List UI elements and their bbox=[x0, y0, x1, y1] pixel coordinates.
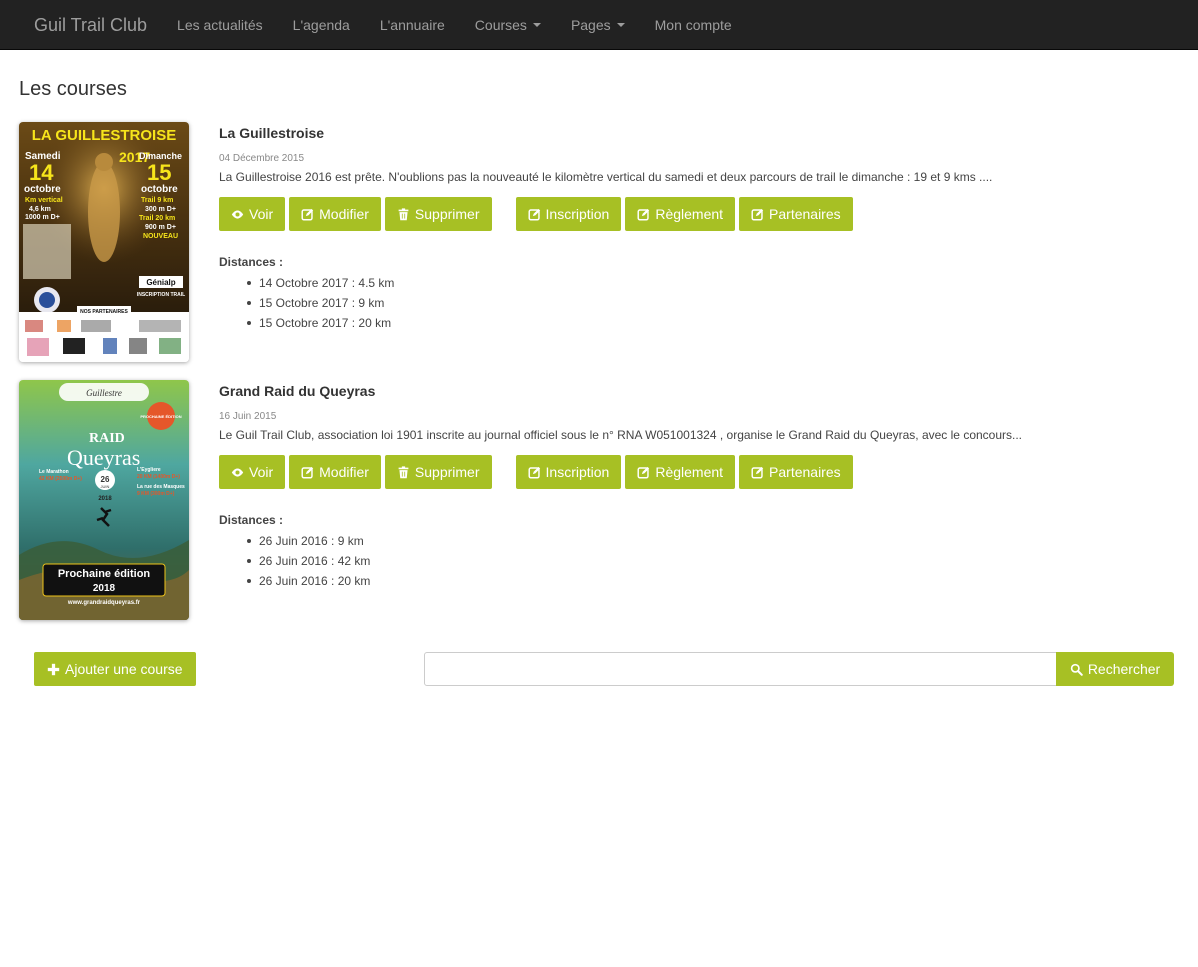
distances-list: 14 Octobre 2017 : 4.5 km 15 Octobre 2017… bbox=[247, 273, 1179, 333]
nav-item-courses[interactable]: Courses bbox=[460, 0, 556, 50]
inscription-button[interactable]: Inscription bbox=[515, 197, 622, 231]
inscription-button[interactable]: Inscription bbox=[515, 455, 622, 489]
distances-list: 26 Juin 2016 : 9 km 26 Juin 2016 : 42 km… bbox=[247, 531, 1179, 591]
distances-heading: Distances : bbox=[219, 513, 284, 527]
race-actions: Voir Modifier Supprimer Inscription Règl… bbox=[219, 197, 1179, 231]
list-item: 15 Octobre 2017 : 20 km bbox=[247, 313, 1179, 333]
list-item: 14 Octobre 2017 : 4.5 km bbox=[247, 273, 1179, 293]
svg-text:Guillestre: Guillestre bbox=[86, 388, 122, 398]
svg-text:42 KM (2500m D+): 42 KM (2500m D+) bbox=[39, 476, 82, 482]
svg-text:INSCRIPTION TRAIL: INSCRIPTION TRAIL bbox=[137, 292, 185, 298]
svg-text:4,6 km: 4,6 km bbox=[29, 206, 51, 213]
reglement-button[interactable]: Règlement bbox=[625, 197, 736, 231]
search-icon bbox=[1070, 663, 1083, 676]
race-title[interactable]: La Guillestroise bbox=[219, 125, 1179, 141]
svg-text:9 KM (300m D+): 9 KM (300m D+) bbox=[137, 491, 175, 497]
edit-icon bbox=[528, 466, 540, 479]
race-poster-image[interactable]: Guillestre PROCHAINE ÉDITION RAID Queyra… bbox=[19, 380, 189, 620]
delete-button[interactable]: Supprimer bbox=[384, 455, 492, 489]
search-button[interactable]: Rechercher bbox=[1056, 652, 1174, 686]
nav-item-pages[interactable]: Pages bbox=[556, 0, 640, 50]
svg-text:JUIN: JUIN bbox=[101, 484, 110, 489]
race-body: Grand Raid du Queyras 16 Juin 2015 Le Gu… bbox=[219, 380, 1179, 591]
navbar: Guil Trail Club Les actualités L'agenda … bbox=[0, 0, 1198, 50]
svg-text:Génialp: Génialp bbox=[146, 278, 175, 287]
trash-icon bbox=[398, 465, 409, 478]
svg-text:octobre: octobre bbox=[24, 184, 61, 195]
delete-button[interactable]: Supprimer bbox=[384, 197, 492, 231]
page-title: Les courses bbox=[19, 78, 127, 100]
svg-text:Trail 9 km: Trail 9 km bbox=[141, 197, 173, 204]
svg-text:PROCHAINE ÉDITION: PROCHAINE ÉDITION bbox=[140, 414, 181, 419]
list-item: 26 Juin 2016 : 20 km bbox=[247, 571, 1179, 591]
view-button[interactable]: Voir bbox=[219, 197, 286, 231]
add-race-button[interactable]: Ajouter une course bbox=[34, 652, 196, 686]
svg-text:300 m D+: 300 m D+ bbox=[145, 206, 176, 213]
edit-button[interactable]: Modifier bbox=[289, 455, 381, 489]
edit-icon bbox=[301, 208, 314, 221]
edit-icon bbox=[751, 466, 764, 479]
caret-down-icon bbox=[532, 23, 541, 27]
svg-text:NOUVEAU: NOUVEAU bbox=[143, 233, 178, 240]
list-item: 15 Octobre 2017 : 9 km bbox=[247, 293, 1179, 313]
plus-icon bbox=[47, 663, 60, 675]
distances-heading: Distances : bbox=[219, 255, 284, 269]
race-title[interactable]: Grand Raid du Queyras bbox=[219, 383, 1179, 399]
edit-button[interactable]: Modifier bbox=[289, 197, 381, 231]
partenaires-button[interactable]: Partenaires bbox=[739, 455, 853, 489]
edit-icon bbox=[637, 208, 650, 221]
race-poster-image[interactable]: LA GUILLESTROISE 2017 Samedi 14 octobre … bbox=[19, 122, 189, 362]
svg-text:RAID: RAID bbox=[89, 431, 125, 446]
eye-icon bbox=[231, 467, 244, 477]
edit-icon bbox=[301, 466, 314, 479]
eye-icon bbox=[231, 209, 244, 219]
edit-icon bbox=[528, 208, 540, 221]
svg-text:2018: 2018 bbox=[98, 496, 112, 502]
svg-text:1000 m D+: 1000 m D+ bbox=[25, 214, 60, 221]
svg-text:14: 14 bbox=[29, 160, 54, 185]
svg-text:Le Marathon: Le Marathon bbox=[39, 469, 69, 475]
svg-text:Km vertical: Km vertical bbox=[25, 197, 63, 204]
search-input[interactable] bbox=[424, 652, 1057, 686]
edit-icon bbox=[637, 466, 650, 479]
caret-down-icon bbox=[616, 23, 625, 27]
partenaires-button[interactable]: Partenaires bbox=[739, 197, 853, 231]
race-date: 04 Décembre 2015 bbox=[219, 153, 305, 164]
trash-icon bbox=[398, 207, 409, 220]
list-item: 26 Juin 2016 : 42 km bbox=[247, 551, 1179, 571]
nav-item-actualites[interactable]: Les actualités bbox=[162, 0, 278, 50]
svg-text:La rue des Masques: La rue des Masques bbox=[137, 484, 185, 490]
svg-text:Queyras: Queyras bbox=[67, 445, 140, 470]
nav-item-agenda[interactable]: L'agenda bbox=[278, 0, 365, 50]
svg-text:900 m D+: 900 m D+ bbox=[145, 224, 176, 231]
svg-text:Prochaine édition: Prochaine édition bbox=[58, 568, 151, 580]
race-body: La Guillestroise 04 Décembre 2015 La Gui… bbox=[219, 122, 1179, 333]
brand-link[interactable]: Guil Trail Club bbox=[0, 0, 162, 50]
nav-item-annuaire[interactable]: L'annuaire bbox=[365, 0, 460, 50]
race-description: Le Guil Trail Club, association loi 1901… bbox=[219, 428, 1023, 442]
svg-text:2018: 2018 bbox=[93, 583, 116, 594]
svg-text:20 KM (1400m D+): 20 KM (1400m D+) bbox=[137, 474, 180, 480]
svg-text:LA GUILLESTROISE: LA GUILLESTROISE bbox=[32, 127, 176, 144]
race-date: 16 Juin 2015 bbox=[219, 411, 277, 422]
svg-text:L'Eygliere: L'Eygliere bbox=[137, 467, 161, 473]
race-actions: Voir Modifier Supprimer Inscription Règl… bbox=[219, 455, 1179, 489]
poster-grand-raid-queyras: Guillestre PROCHAINE ÉDITION RAID Queyra… bbox=[19, 380, 189, 620]
svg-text:26: 26 bbox=[101, 475, 110, 484]
svg-text:www.grandraidqueyras.fr: www.grandraidqueyras.fr bbox=[67, 600, 141, 606]
view-button[interactable]: Voir bbox=[219, 455, 286, 489]
list-item: 26 Juin 2016 : 9 km bbox=[247, 531, 1179, 551]
svg-text:15: 15 bbox=[147, 160, 171, 185]
svg-text:Trail 20 km: Trail 20 km bbox=[139, 215, 175, 222]
svg-text:octobre: octobre bbox=[141, 184, 178, 195]
poster-guillestroise: LA GUILLESTROISE 2017 Samedi 14 octobre … bbox=[19, 122, 189, 362]
reglement-button[interactable]: Règlement bbox=[625, 455, 736, 489]
edit-icon bbox=[751, 208, 764, 221]
svg-text:NOS PARTENAIRES: NOS PARTENAIRES bbox=[80, 309, 128, 315]
nav-item-mon-compte[interactable]: Mon compte bbox=[640, 0, 747, 50]
race-description: La Guillestroise 2016 est prête. N'oubli… bbox=[219, 170, 993, 184]
